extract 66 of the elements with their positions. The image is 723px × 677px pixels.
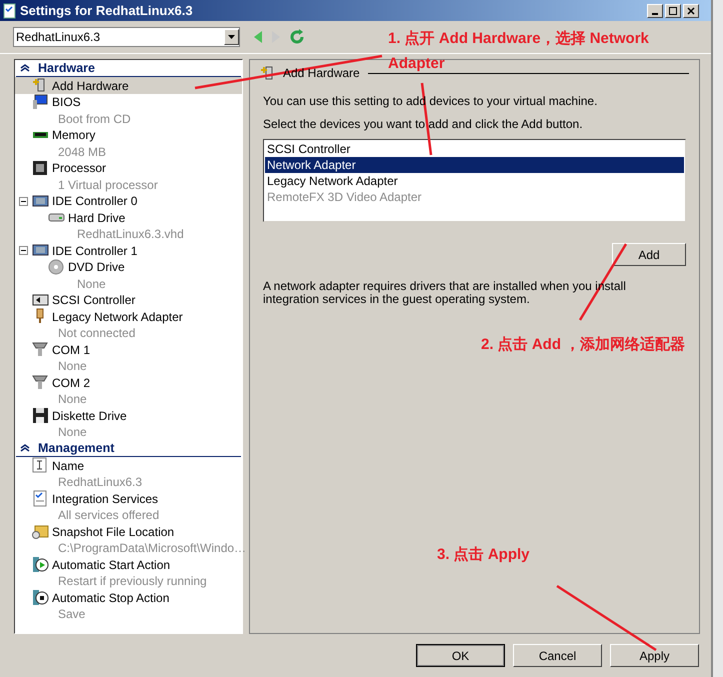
dialog-button[interactable]: Apply bbox=[610, 644, 699, 668]
text-cursor-icon bbox=[32, 457, 49, 474]
disc-icon bbox=[48, 258, 65, 276]
tree-item[interactable]: IDE Controller 0 bbox=[52, 192, 138, 210]
processor-icon bbox=[32, 160, 49, 177]
tree-item[interactable]: Automatic Start Action bbox=[52, 556, 170, 574]
tree-item[interactable]: Snapshot File Location bbox=[52, 522, 174, 541]
annotation-text: Adapter bbox=[388, 54, 446, 74]
section-header[interactable]: Management bbox=[16, 440, 241, 458]
dialog-button[interactable]: OK bbox=[416, 644, 505, 668]
instruction-text: Select the devices you want to add and click the Add button. bbox=[263, 116, 584, 134]
tree-item[interactable]: SCSI Controller bbox=[52, 291, 136, 310]
item-detail: RedhatLinux6.3.vhd bbox=[77, 226, 184, 244]
annotation-text: 3. 点击 Apply bbox=[437, 545, 530, 565]
device-option[interactable]: Network Adapter bbox=[265, 157, 684, 174]
tree-item[interactable]: Name bbox=[52, 456, 84, 475]
tree-item[interactable]: Integration Services bbox=[52, 490, 158, 508]
maximize-button[interactable] bbox=[665, 4, 681, 18]
collapse-toggle[interactable] bbox=[19, 246, 28, 256]
item-detail: None bbox=[58, 391, 87, 408]
device-option[interactable]: Legacy Network Adapter bbox=[265, 173, 684, 190]
tree-item[interactable]: BIOS bbox=[52, 93, 81, 112]
tree-item[interactable]: DVD Drive bbox=[68, 258, 125, 276]
item-detail: 2048 MB bbox=[58, 144, 106, 161]
tree-item[interactable]: Processor bbox=[52, 159, 106, 178]
monitor-icon bbox=[32, 94, 49, 111]
item-detail: Boot from CD bbox=[58, 110, 131, 128]
tree-item[interactable]: Legacy Network Adapter bbox=[52, 308, 183, 326]
close-button[interactable] bbox=[683, 4, 699, 18]
maximize-icon bbox=[669, 6, 677, 15]
item-detail: None bbox=[58, 424, 87, 442]
settings-icon bbox=[2, 2, 18, 19]
serial-port-icon bbox=[32, 341, 49, 358]
item-detail: All services offered bbox=[58, 507, 160, 524]
item-detail: RedhatLinux6.3 bbox=[58, 474, 142, 492]
dialog-button[interactable]: Cancel bbox=[513, 644, 602, 668]
collapse-toggle[interactable] bbox=[19, 196, 28, 206]
minimize-icon bbox=[652, 12, 658, 15]
tree-item[interactable]: Automatic Stop Action bbox=[52, 588, 170, 607]
item-detail: None bbox=[77, 276, 106, 293]
add-button[interactable]: Add bbox=[612, 243, 686, 266]
tree-item[interactable]: Hard Drive bbox=[68, 208, 126, 227]
item-detail: 1 Virtual processor bbox=[58, 176, 158, 194]
device-option[interactable]: SCSI Controller bbox=[265, 141, 684, 158]
tree-item[interactable]: Memory bbox=[52, 126, 96, 144]
serial-port-icon bbox=[32, 374, 49, 392]
vm-dropdown[interactable]: RedhatLinux6.3 bbox=[13, 27, 240, 48]
checklist-icon bbox=[32, 490, 49, 508]
folder-icon bbox=[32, 523, 49, 540]
minimize-button[interactable] bbox=[647, 4, 663, 18]
window-title: Settings for RedhatLinux6.3 bbox=[20, 2, 193, 20]
item-detail: Not connected bbox=[58, 325, 136, 342]
item-detail: Restart if previously running bbox=[58, 573, 207, 590]
tree-item[interactable]: COM 2 bbox=[52, 374, 90, 392]
stop-icon bbox=[32, 589, 49, 606]
tree-item[interactable]: COM 1 bbox=[52, 340, 90, 359]
item-detail: C:\ProgramData\Microsoft\Windo… bbox=[58, 540, 246, 558]
tree-item[interactable]: Diskette Drive bbox=[52, 406, 127, 425]
dropdown-caret-icon bbox=[228, 35, 235, 40]
item-detail: Save bbox=[58, 606, 86, 624]
play-icon bbox=[32, 556, 49, 574]
tree-item[interactable]: IDE Controller 1 bbox=[52, 242, 138, 260]
close-icon bbox=[687, 6, 695, 15]
annotation-text: 1. 点开 Add Hardware，选择 Network bbox=[388, 29, 649, 49]
item-detail: None bbox=[58, 358, 87, 376]
annotation-text: 2. 点击 Add ，添加网络适配器 bbox=[481, 335, 686, 355]
